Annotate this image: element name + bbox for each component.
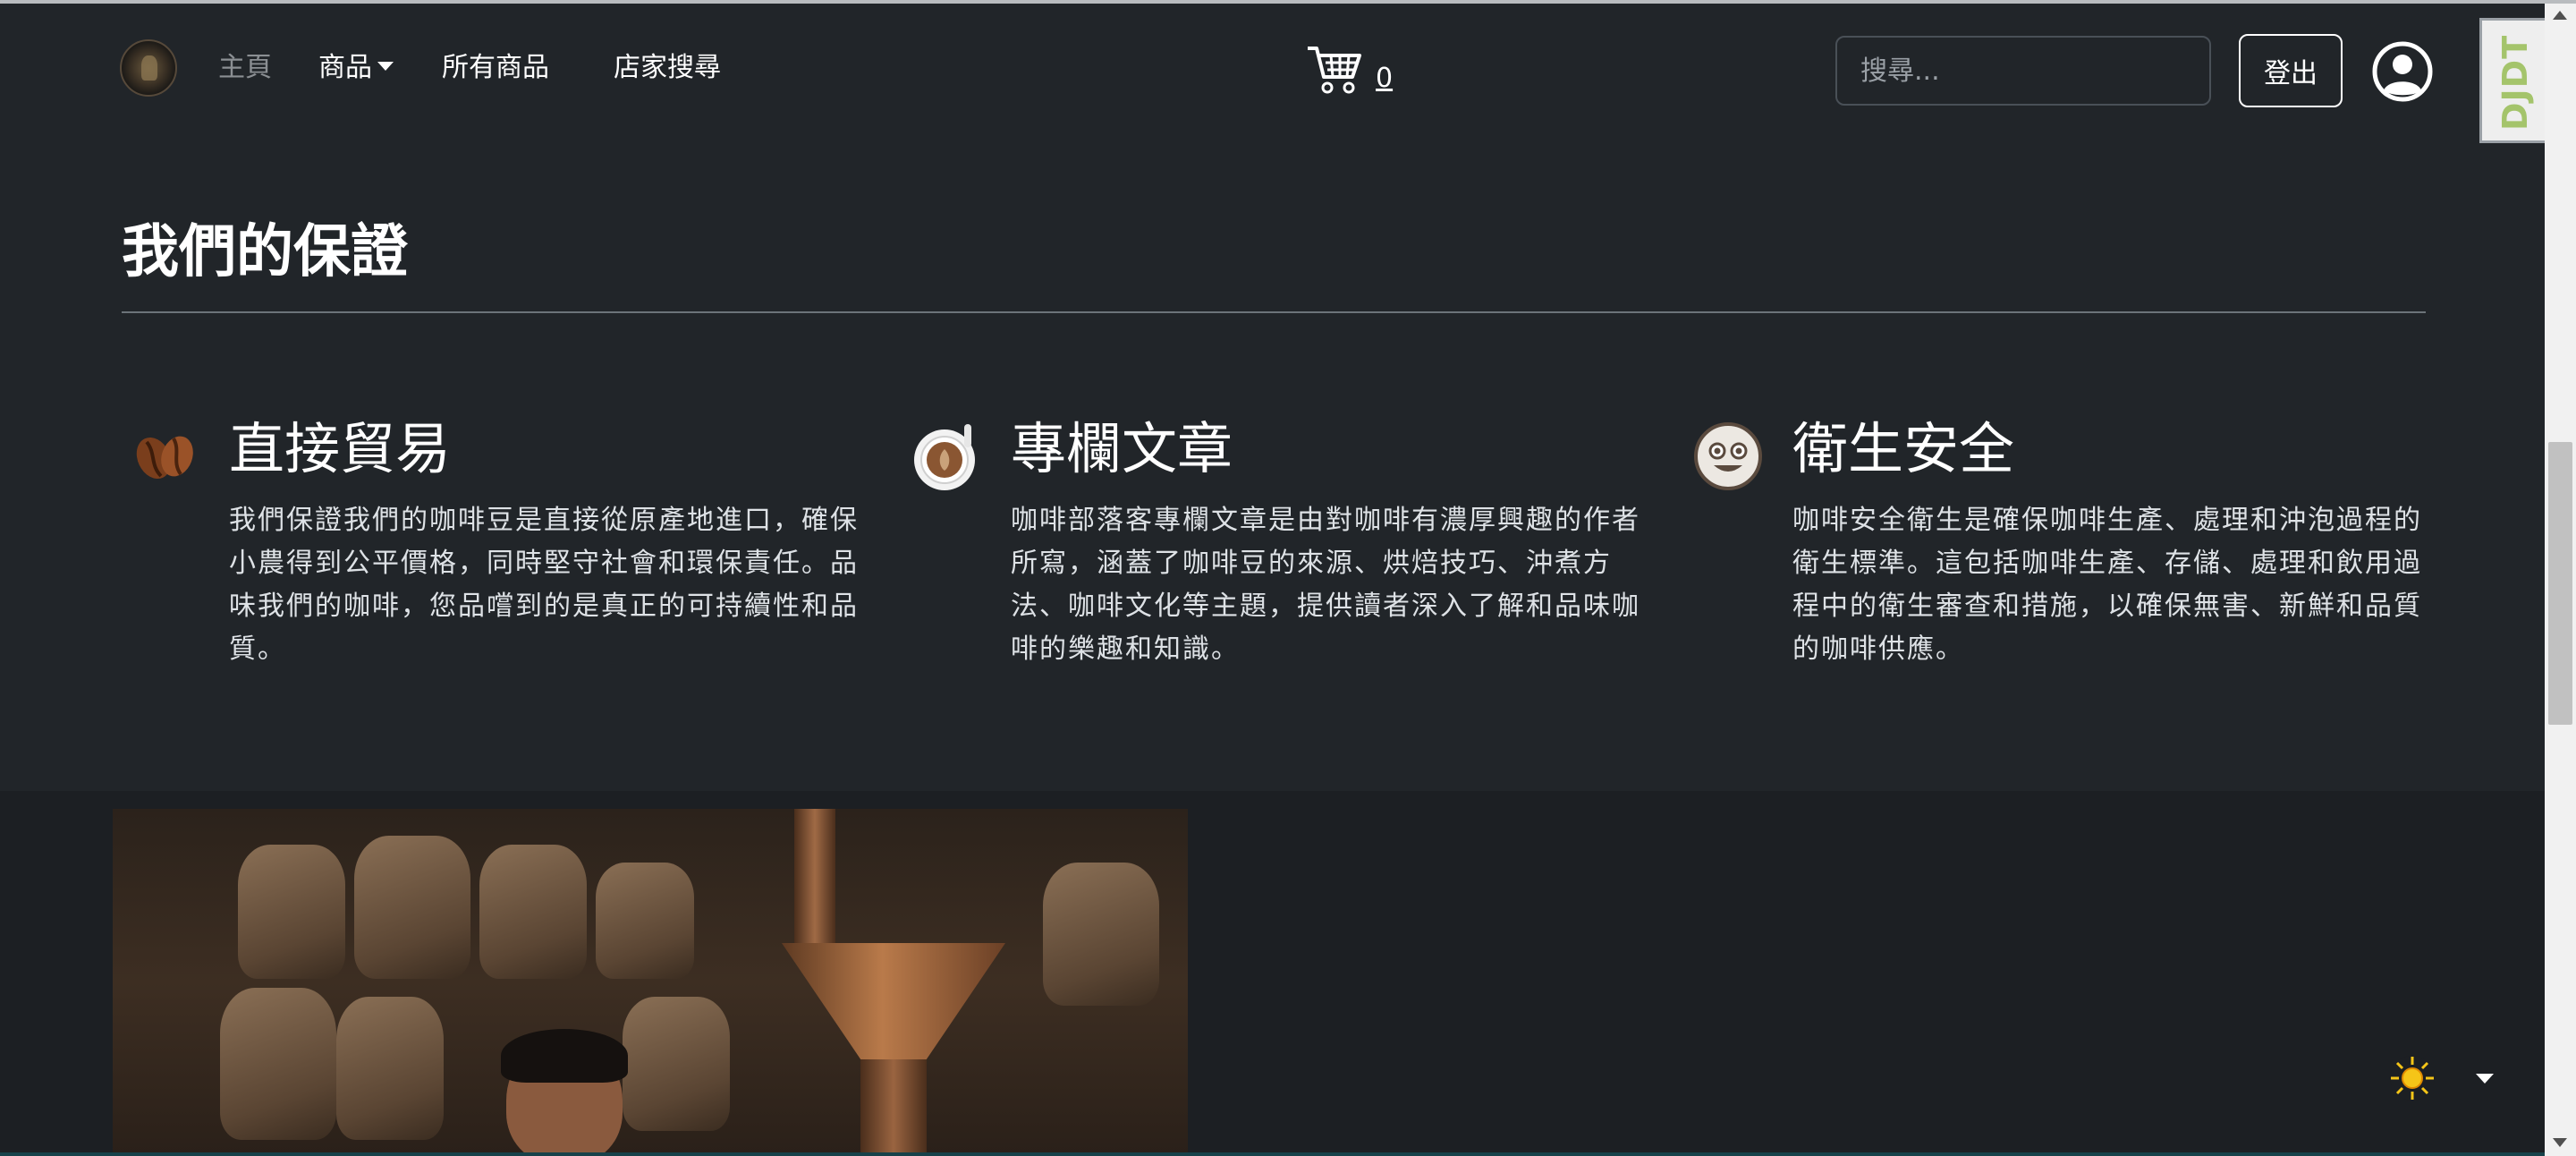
coffee-sack	[238, 845, 345, 979]
smiley-face-icon	[1694, 422, 1762, 490]
navbar: 主頁 商品 所有商品 店家搜尋 0 登出	[0, 4, 2545, 132]
cart-count-link[interactable]: 0	[1376, 61, 1393, 97]
chevron-down-icon[interactable]	[2476, 1074, 2494, 1084]
grinder-hopper	[782, 943, 1005, 1068]
grinder-pipe	[794, 809, 835, 961]
scroll-down-icon[interactable]	[2553, 1138, 2567, 1147]
coffee-cup-icon	[914, 424, 975, 490]
guarantee-title: 我們的保證	[122, 219, 408, 285]
feature-text: 咖啡安全衛生是確保咖啡生產、處理和沖泡過程的衛生標準。這包括咖啡生產、存儲、處理…	[1792, 505, 2422, 665]
caret-down-icon	[377, 61, 394, 71]
search-input[interactable]	[1835, 36, 2211, 106]
coffee-beans-icon	[136, 436, 193, 480]
logout-button[interactable]: 登出	[2239, 34, 2343, 107]
nav-products-label: 商品	[318, 52, 372, 83]
coffee-logo-icon[interactable]	[120, 39, 177, 97]
sun-icon[interactable]	[2388, 1054, 2436, 1102]
nav-home-link[interactable]: 主頁	[218, 50, 272, 86]
coffee-roaster-photo	[113, 809, 1188, 1156]
shopping-cart-icon[interactable]	[1306, 43, 1363, 97]
nav-products-dropdown[interactable]: 商品	[318, 50, 394, 86]
section-divider	[122, 311, 2426, 313]
scroll-up-icon[interactable]	[2553, 11, 2567, 20]
coffee-sack	[336, 997, 444, 1140]
feature-title: 衛生安全	[1792, 416, 2015, 481]
person-hair	[501, 1029, 628, 1083]
user-circle-icon[interactable]	[2372, 41, 2433, 102]
debug-toolbar-handle[interactable]: DJDT	[2479, 18, 2547, 143]
coffee-sack	[354, 836, 470, 979]
debug-toolbar-label: DJDT	[2496, 34, 2535, 131]
feature-text: 我們保證我們的咖啡豆是直接從原產地進口，確保小農得到公平價格，同時堅守社會和環保…	[229, 505, 859, 665]
nav-store-search-link[interactable]: 店家搜尋	[614, 50, 721, 86]
feature-title: 專欄文章	[1011, 416, 1233, 481]
coffee-sack	[479, 845, 587, 979]
nav-all-products-link[interactable]: 所有商品	[442, 50, 549, 86]
feature-title: 直接貿易	[229, 416, 452, 481]
coffee-sack	[220, 988, 336, 1140]
feature-text: 咖啡部落客專欄文章是由對咖啡有濃厚興趣的作者所寫，涵蓋了咖啡豆的來源、烘焙技巧、…	[1011, 505, 1640, 665]
coffee-sack	[1043, 863, 1159, 1006]
coffee-sack	[596, 863, 694, 979]
page-scrollbar[interactable]	[2545, 4, 2576, 1156]
window-bottom-border	[0, 1152, 2545, 1156]
coffee-sack	[623, 997, 730, 1131]
grinder-body	[860, 1059, 927, 1156]
scroll-thumb[interactable]	[2548, 442, 2572, 725]
